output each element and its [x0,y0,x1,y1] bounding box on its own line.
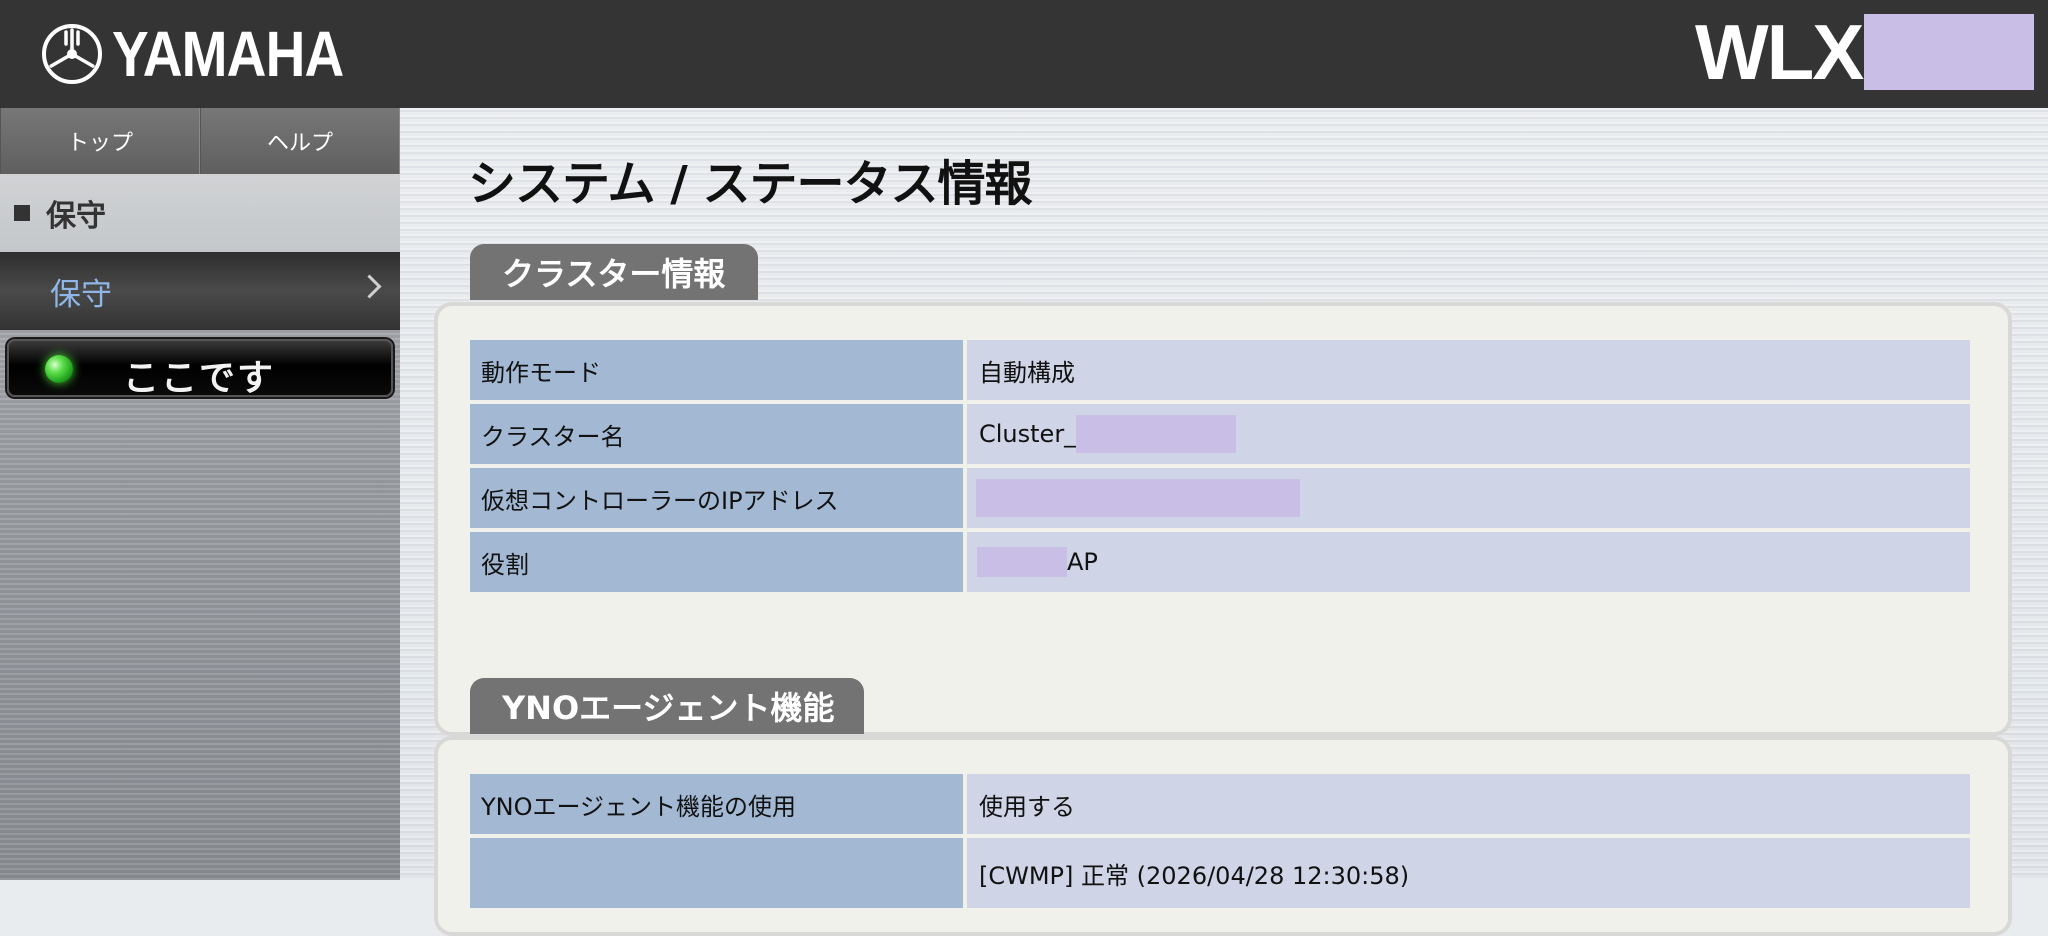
role-redaction [977,547,1067,577]
row-value: 使用する [967,774,1970,834]
sidebar-section-header: 保守 [0,174,400,252]
locate-here-label: ここです [123,358,276,399]
row-value [967,468,1970,528]
table-row: 動作モード 自動構成 [470,340,1970,400]
role-suffix: AP [1067,548,1098,576]
sidebar-section-title: 保守 [46,199,106,234]
row-value: AP [967,532,1970,592]
chevron-right-icon [357,274,382,299]
sidebar: トップ ヘルプ 保守 保守 ここです [0,108,400,880]
yamaha-logo[interactable]: YAMAHA [40,22,381,86]
green-led-icon [45,355,73,383]
tuning-forks-emblem-icon [42,24,102,84]
row-value: 自動構成 [967,340,1970,400]
row-label: 役割 [470,532,963,592]
row-label: 仮想コントローラーのIPアドレス [470,468,963,528]
nav-top-button[interactable]: トップ [0,108,200,174]
nav-help-button[interactable]: ヘルプ [200,108,400,174]
cluster-name-prefix: Cluster_ [979,420,1077,448]
row-value: Cluster_ [967,404,1970,464]
table-row: 仮想コントローラーのIPアドレス [470,468,1970,528]
brand-name: YAMAHA [112,18,344,90]
cluster-info-tab: クラスター情報 [470,244,758,300]
table-row: [CWMP] 正常 (2026/04/28 12:30:58) [470,838,1970,908]
locate-here-button[interactable]: ここです [7,339,393,399]
page-title: システム / ステータス情報 [468,156,1033,212]
sidebar-item-maintenance[interactable]: 保守 [0,252,400,330]
cluster-name-redaction [1076,415,1237,453]
row-label: 動作モード [470,340,963,400]
table-row: YNOエージェント機能の使用 使用する [470,774,1970,834]
model-redaction [1864,14,2035,90]
sidebar-top-nav: トップ ヘルプ [0,108,400,174]
row-value: [CWMP] 正常 (2026/04/28 12:30:58) [967,838,1970,908]
table-row: 役割 AP [470,532,1970,592]
row-label: YNOエージェント機能の使用 [470,774,963,834]
row-label: クラスター名 [470,404,963,464]
header-bar: YAMAHA WLX [0,0,2048,108]
ip-address-redaction [976,479,1300,517]
model-prefix: WLX [1695,8,1864,96]
square-bullet-icon [14,205,30,221]
main-content: システム / ステータス情報 クラスター情報 動作モード 自動構成 クラスター名… [400,108,2048,936]
sidebar-item-label: 保守 [50,276,112,313]
row-label [470,838,963,908]
yno-agent-tab: YNOエージェント機能 [470,678,864,734]
model-name: WLX [1695,8,2035,96]
table-row: クラスター名 Cluster_ [470,404,1970,464]
